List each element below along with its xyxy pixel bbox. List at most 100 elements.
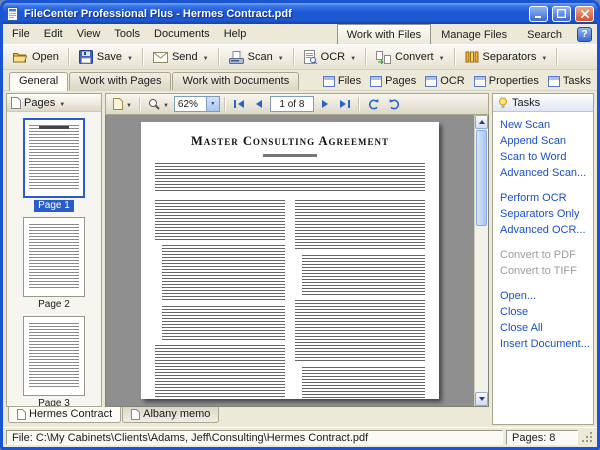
menu-tools[interactable]: Tools <box>107 24 147 44</box>
task-advanced-ocr[interactable]: Advanced OCR... <box>500 224 586 236</box>
toolbar-separator <box>218 48 220 66</box>
menu-documents[interactable]: Documents <box>147 24 217 44</box>
menu-edit[interactable]: Edit <box>37 24 70 44</box>
zoom-combo[interactable]: 62% <box>174 96 220 112</box>
thumbnail-page-3[interactable]: Page 3 <box>23 316 85 406</box>
task-new-scan[interactable]: New Scan <box>500 119 586 131</box>
prev-page-button[interactable] <box>250 95 268 113</box>
scrollbar-track[interactable] <box>475 227 488 392</box>
send-button[interactable]: Send <box>147 46 215 68</box>
zoom-dropdown[interactable] <box>145 95 172 113</box>
convert-button[interactable]: Convert <box>370 46 450 68</box>
page-icon <box>113 98 123 110</box>
document-subheading-line <box>263 154 317 157</box>
document-title: Master Consulting Agreement <box>155 134 425 149</box>
save-icon <box>79 50 93 64</box>
toolbar-separator <box>68 48 70 66</box>
menu-file[interactable]: File <box>5 24 37 44</box>
toggle-pages[interactable]: Pages <box>370 75 416 87</box>
arrow-left-icon <box>256 100 262 108</box>
minimize-button[interactable] <box>529 6 548 22</box>
chevron-down-icon <box>540 51 547 63</box>
save-label: Save <box>97 51 122 63</box>
first-page-button[interactable] <box>230 95 248 113</box>
tasks-panel-header: Tasks <box>493 94 593 112</box>
viewer-scrollbar[interactable] <box>474 115 488 406</box>
menu-bar: File Edit View Tools Documents Help Work… <box>3 24 597 44</box>
scroll-up-button[interactable] <box>475 115 488 129</box>
scan-button[interactable]: Scan <box>223 46 290 68</box>
maximize-button[interactable] <box>552 6 571 22</box>
separators-button[interactable]: Separators <box>459 46 554 68</box>
doc-tab-label: Albany memo <box>143 408 210 420</box>
help-icon[interactable] <box>577 27 592 42</box>
task-insert-document[interactable]: Insert Document... <box>500 338 586 350</box>
toggle-files[interactable]: Files <box>323 75 361 87</box>
document-columns <box>155 200 425 399</box>
thumbnail-page-2[interactable]: Page 2 <box>23 217 85 311</box>
thumbnail-image <box>23 316 85 396</box>
tab-manage-files[interactable]: Manage Files <box>431 24 517 44</box>
panel-icon <box>370 76 382 87</box>
convert-label: Convert <box>395 51 434 63</box>
task-advanced-scan[interactable]: Advanced Scan... <box>500 167 586 179</box>
thumbnail-label: Page 3 <box>34 398 74 406</box>
arrow-right-icon <box>322 100 328 108</box>
viewer: 62% 1 of 8 <box>105 93 489 407</box>
main-toolbar: Open Save Send Scan OCR Convert <box>3 44 597 70</box>
tab-search[interactable]: Search <box>517 24 572 44</box>
last-page-button[interactable] <box>336 95 354 113</box>
thumbnail-label: Page 2 <box>34 299 74 311</box>
task-list: New Scan Append Scan Scan to Word Advanc… <box>493 112 593 424</box>
tab-work-with-files[interactable]: Work with Files <box>337 24 431 44</box>
doc-tab-hermes-contract[interactable]: Hermes Contract <box>8 407 121 423</box>
task-scan-to-word[interactable]: Scan to Word <box>500 151 586 163</box>
scrollbar-thumb[interactable] <box>476 130 487 226</box>
toolbar-separator <box>358 97 360 111</box>
document-column-right <box>295 200 425 399</box>
rotate-right-icon <box>388 98 401 111</box>
task-perform-ocr[interactable]: Perform OCR <box>500 192 586 204</box>
open-button[interactable]: Open <box>7 46 65 68</box>
doc-tab-label: Hermes Contract <box>29 408 112 420</box>
menu-view[interactable]: View <box>70 24 108 44</box>
next-page-button[interactable] <box>316 95 334 113</box>
rotate-left-icon <box>367 98 380 111</box>
ocr-button[interactable]: OCR <box>298 46 362 68</box>
rotate-right-button[interactable] <box>385 95 404 113</box>
ocr-label: OCR <box>321 51 345 63</box>
title-bar: FileCenter Professional Plus - Hermes Co… <box>3 3 597 24</box>
send-label: Send <box>172 51 198 63</box>
lightbulb-icon <box>497 97 509 109</box>
pages-panel-header[interactable]: Pages <box>7 94 101 112</box>
toggle-tasks[interactable]: Tasks <box>548 75 591 87</box>
thumbnail-page-1[interactable]: Page 1 <box>23 118 85 212</box>
resize-grip[interactable] <box>581 430 595 445</box>
toggle-properties[interactable]: Properties <box>474 75 539 87</box>
task-open[interactable]: Open... <box>500 290 586 302</box>
task-close[interactable]: Close <box>500 306 586 318</box>
tasks-panel-title: Tasks <box>512 97 540 109</box>
page-indicator[interactable]: 1 of 8 <box>270 96 314 112</box>
panel-toggles: Files Pages OCR Properties Tasks <box>323 75 591 90</box>
doc-tab-albany-memo[interactable]: Albany memo <box>122 407 219 423</box>
tab-work-with-pages[interactable]: Work with Pages <box>69 72 171 90</box>
task-separators-only[interactable]: Separators Only <box>500 208 586 220</box>
task-append-scan[interactable]: Append Scan <box>500 135 586 147</box>
toggle-ocr[interactable]: OCR <box>425 75 464 87</box>
scroll-down-button[interactable] <box>475 392 488 406</box>
close-button[interactable] <box>575 6 594 22</box>
tab-general[interactable]: General <box>9 72 68 91</box>
chevron-down-icon <box>58 97 65 109</box>
rotate-left-button[interactable] <box>364 95 383 113</box>
tasks-panel: Tasks New Scan Append Scan Scan to Word … <box>492 93 594 425</box>
scanner-icon <box>229 51 244 64</box>
arrow-down-icon <box>479 397 485 401</box>
panel-icon <box>474 76 486 87</box>
save-button[interactable]: Save <box>73 46 139 68</box>
thumbnail-list: Page 1 Page 2 Page 3 <box>7 112 101 406</box>
tab-work-with-documents[interactable]: Work with Documents <box>172 72 299 90</box>
menu-help[interactable]: Help <box>217 24 254 44</box>
page-view-dropdown[interactable] <box>110 95 135 113</box>
task-close-all[interactable]: Close All <box>500 322 586 334</box>
